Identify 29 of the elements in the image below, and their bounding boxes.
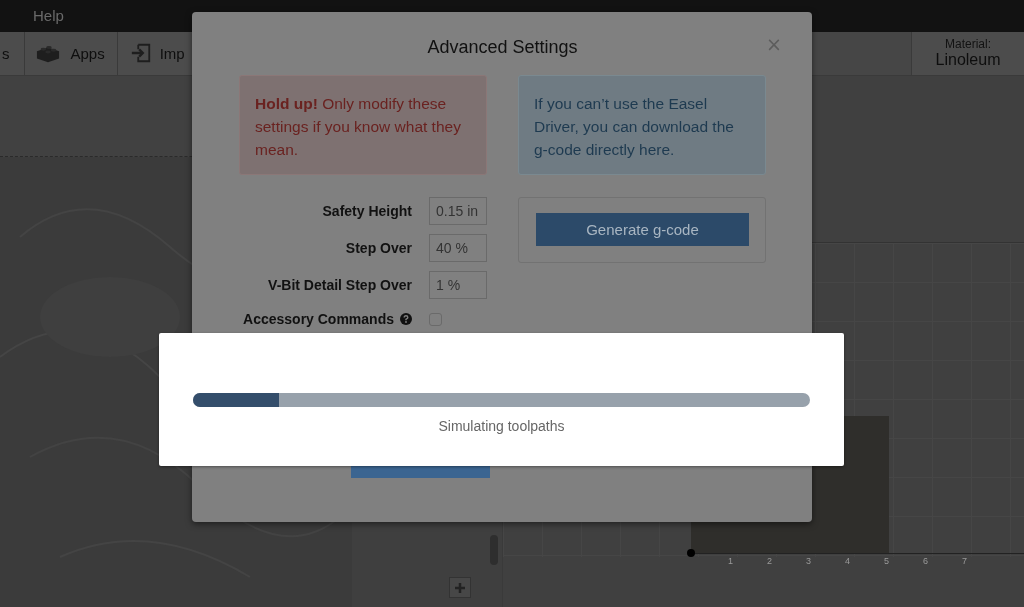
axis-label: 5 [883, 556, 890, 566]
progress-message: Simulating toolpaths [437, 418, 566, 434]
material-value: Linoleum [935, 51, 1001, 70]
toolbar-button[interactable]: Apps [24, 31, 118, 75]
axis-label: 3 [805, 556, 812, 566]
toolbar-button[interactable]: s [0, 31, 25, 75]
menu-item[interactable]: Help [33, 7, 64, 25]
setting-label: V-Bit Detail Step Over [268, 277, 412, 293]
generate-button[interactable]: Generate g-code [536, 213, 749, 246]
setting-label: Accessory Commands [243, 311, 394, 327]
help-icon[interactable] [400, 313, 412, 325]
info-message: If you can’t use the Easel Driver, you can download the g-code directly here. [518, 75, 766, 175]
setting-label: Safety Height [322, 203, 412, 219]
axis-label: 6 [922, 556, 929, 566]
warning-message: Hold up! Only modify these settings if you know what they mean. [239, 75, 487, 175]
close-button[interactable]: × [766, 34, 782, 54]
dialog-title: Advanced Settings [426, 36, 579, 59]
plus-icon [454, 581, 466, 594]
origin-dot [687, 549, 695, 557]
axis-label: 4 [844, 556, 851, 566]
axis-label: 1 [727, 556, 734, 566]
setting-label: Step Over [345, 240, 412, 256]
material-label: Material: [945, 37, 991, 52]
zoom-in-button[interactable] [449, 577, 471, 598]
input-field[interactable]: 1 % [429, 271, 487, 299]
axis-label: 2 [766, 556, 773, 566]
axis-label: 7 [961, 556, 968, 566]
input-field[interactable]: 40 % [429, 234, 487, 262]
input-field[interactable]: 0.15 in [429, 197, 487, 225]
